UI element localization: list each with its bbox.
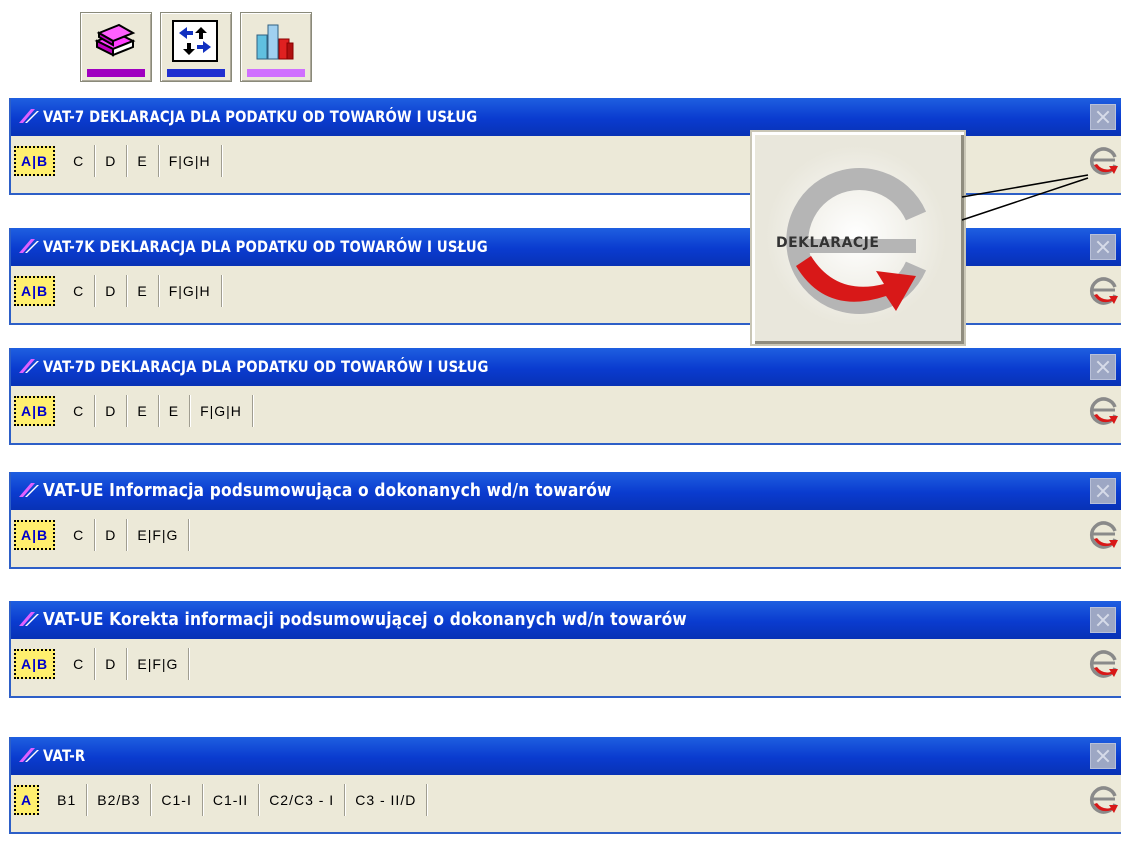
- arrows-exchange-icon: [172, 20, 218, 62]
- exchange-button[interactable]: [160, 12, 232, 82]
- tab[interactable]: C: [63, 648, 96, 680]
- e-deklaracje-icon[interactable]: [1088, 274, 1120, 306]
- tab[interactable]: F|G|H: [159, 275, 222, 307]
- panel-title: VAT-7K DEKLARACJA DLA PODATKU OD TOWARÓW…: [43, 237, 488, 256]
- tab[interactable]: F|G|H: [159, 145, 222, 177]
- section-tabs: A B1 B2/B3 C1-I C1-II C2/C3 - I C3 - II/D: [14, 782, 428, 818]
- declaration-panel: VAT-R A B1 B2/B3 C1-I C1-II C2/C3 - I C3 - II/D: [9, 737, 1121, 834]
- declaration-panel: VAT-UE Informacja podsumowująca o dokona…: [9, 472, 1121, 569]
- declaration-panel: VAT-UE Korekta informacji podsumowującej…: [9, 601, 1121, 698]
- panel-title: VAT-7 DEKLARACJA DLA PODATKU OD TOWARÓW …: [43, 107, 478, 126]
- declaration-panel: VAT-7D DEKLARACJA DLA PODATKU OD TOWARÓW…: [9, 348, 1121, 445]
- tab[interactable]: D: [95, 275, 128, 307]
- window-app-icon: [19, 748, 39, 762]
- tab[interactable]: D: [95, 648, 128, 680]
- panel-title: VAT-UE Informacja podsumowująca o dokona…: [43, 480, 612, 501]
- window-app-icon: [19, 109, 39, 123]
- section-tabs: A|B C D E E F|G|H: [14, 393, 253, 429]
- tab[interactable]: C: [63, 519, 96, 551]
- section-tabs: A|B C D E|F|G: [14, 517, 190, 553]
- panel-titlebar[interactable]: VAT-R: [11, 737, 1121, 775]
- section-tabs: A|B C D E F|G|H: [14, 273, 222, 309]
- close-button[interactable]: [1090, 354, 1116, 380]
- e-deklaracje-icon[interactable]: [1088, 518, 1120, 550]
- window-app-icon: [19, 239, 39, 253]
- section-tabs: A|B C D E F|G|H: [14, 143, 222, 179]
- close-button[interactable]: [1090, 607, 1116, 633]
- tab[interactable]: E: [159, 395, 191, 427]
- close-button[interactable]: [1090, 743, 1116, 769]
- button-stripe: [247, 69, 305, 77]
- window-app-icon: [19, 359, 39, 373]
- close-button[interactable]: [1090, 234, 1116, 260]
- tab-active[interactable]: A|B: [14, 396, 56, 426]
- e-deklaracje-icon[interactable]: [1088, 783, 1120, 815]
- tab[interactable]: C: [63, 395, 96, 427]
- tab[interactable]: E: [127, 395, 159, 427]
- panel-titlebar[interactable]: VAT-UE Korekta informacji podsumowującej…: [11, 601, 1121, 639]
- tab[interactable]: D: [95, 519, 128, 551]
- tab-active[interactable]: A: [14, 785, 40, 815]
- deklaracje-logo: DEKLARACJE: [750, 130, 966, 346]
- e-deklaracje-icon[interactable]: [1088, 647, 1120, 679]
- tab[interactable]: C: [63, 275, 96, 307]
- tab[interactable]: B2/B3: [87, 784, 152, 816]
- e-deklaracje-icon[interactable]: [1088, 394, 1120, 426]
- tab[interactable]: C2/C3 - I: [259, 784, 346, 816]
- window-app-icon: [19, 483, 39, 497]
- panel-titlebar[interactable]: VAT-7D DEKLARACJA DLA PODATKU OD TOWARÓW…: [11, 348, 1121, 386]
- tab-active[interactable]: A|B: [14, 276, 56, 306]
- books-button[interactable]: [80, 12, 152, 82]
- chart-button[interactable]: [240, 12, 312, 82]
- bar-chart-icon: [256, 24, 294, 60]
- tab[interactable]: E|F|G: [127, 519, 190, 551]
- panel-titlebar[interactable]: VAT-UE Informacja podsumowująca o dokona…: [11, 472, 1121, 510]
- tab[interactable]: F|G|H: [190, 395, 253, 427]
- tab[interactable]: C1-I: [151, 784, 203, 816]
- section-tabs: A|B C D E|F|G: [14, 646, 190, 682]
- tab-active[interactable]: A|B: [14, 649, 56, 679]
- tab[interactable]: D: [95, 395, 128, 427]
- button-stripe: [167, 69, 225, 77]
- books-icon: [94, 23, 136, 57]
- tab[interactable]: C: [63, 145, 96, 177]
- close-button[interactable]: [1090, 104, 1116, 130]
- tab[interactable]: E|F|G: [127, 648, 190, 680]
- panel-title: VAT-UE Korekta informacji podsumowującej…: [43, 609, 687, 630]
- window-app-icon: [19, 612, 39, 626]
- tab-active[interactable]: A|B: [14, 520, 56, 550]
- panel-title: VAT-7D DEKLARACJA DLA PODATKU OD TOWARÓW…: [43, 357, 489, 376]
- tab[interactable]: E: [127, 145, 159, 177]
- tab[interactable]: D: [95, 145, 128, 177]
- tab[interactable]: C1-II: [203, 784, 260, 816]
- button-stripe: [87, 69, 145, 77]
- tab-active[interactable]: A|B: [14, 146, 56, 176]
- tab[interactable]: E: [127, 275, 159, 307]
- close-button[interactable]: [1090, 478, 1116, 504]
- tab[interactable]: C3 - II/D: [345, 784, 428, 816]
- logo-label: DEKLARACJE: [776, 235, 880, 251]
- panel-title: VAT-R: [43, 746, 86, 765]
- tab[interactable]: B1: [47, 784, 88, 816]
- e-deklaracje-icon[interactable]: [1088, 144, 1120, 176]
